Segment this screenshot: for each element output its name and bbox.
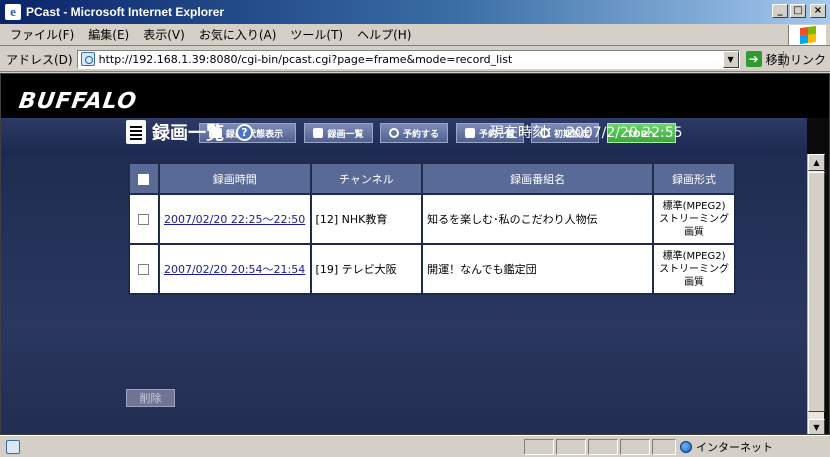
nav-reserve-button[interactable]: 予約する xyxy=(380,123,448,143)
vertical-scrollbar[interactable]: ▲ ▼ xyxy=(807,154,825,434)
address-url[interactable]: http://192.168.1.39:8080/cgi-bin/pcast.c… xyxy=(99,53,513,66)
go-arrow-icon: ➔ xyxy=(745,51,762,67)
current-time-label: 現在時刻： xyxy=(490,125,560,141)
channel-cell: [12] NHK教育 xyxy=(309,193,424,245)
close-button[interactable]: × xyxy=(810,4,826,18)
status-pane xyxy=(652,439,676,455)
format-cell: 標準(MPEG2) ストリーミング 画質 xyxy=(652,243,736,295)
menu-favorites[interactable]: お気に入り(A) xyxy=(192,26,284,43)
menu-tools[interactable]: ツール(T) xyxy=(283,26,350,43)
table-header-row: 録画時間 チャンネル 録画番組名 録画形式 xyxy=(128,162,736,195)
current-time-value: 2007/2/20 22:55 xyxy=(566,125,683,141)
row-select-cell xyxy=(128,193,160,245)
status-pane xyxy=(620,439,650,455)
page-icon xyxy=(80,52,95,66)
page-status-icon xyxy=(6,439,20,454)
ie-icon: e xyxy=(5,4,21,20)
format-line: 標準(MPEG2) xyxy=(662,250,726,262)
windows-logo-icon xyxy=(788,25,826,45)
select-all-cell xyxy=(128,162,160,195)
program-title-cell: 知るを楽しむ･私のこだわり人物伝 xyxy=(421,193,655,245)
menu-edit[interactable]: 編集(E) xyxy=(81,26,136,43)
delete-button[interactable]: 削除 xyxy=(126,389,175,407)
header-title: 録画番組名 xyxy=(421,162,655,195)
recording-table: 録画時間 チャンネル 録画番組名 録画形式 2007/02/20 22:25〜2… xyxy=(128,162,736,295)
window-controls: _ □ × xyxy=(772,4,826,18)
menu-help[interactable]: ヘルプ(H) xyxy=(350,26,418,43)
address-label: アドレス(D) xyxy=(6,52,73,67)
address-input[interactable]: http://192.168.1.39:8080/cgi-bin/pcast.c… xyxy=(76,49,740,69)
page-title-text: 録画一覧 xyxy=(152,123,224,144)
menu-bar: ファイル(F) 編集(E) 表示(V) お気に入り(A) ツール(T) ヘルプ(… xyxy=(0,24,830,46)
record-list-icon xyxy=(126,120,146,144)
menu-view[interactable]: 表示(V) xyxy=(136,26,192,43)
select-all-checkbox[interactable] xyxy=(138,173,150,185)
header-time: 録画時間 xyxy=(157,162,312,195)
format-cell: 標準(MPEG2) ストリーミング 画質 xyxy=(652,193,736,245)
format-line: 画質 xyxy=(684,276,705,288)
status-bar: インターネット xyxy=(0,435,830,457)
channel-cell: [19] テレビ大阪 xyxy=(309,243,424,295)
current-time: 現在時刻： 2007/2/20 22:55 xyxy=(490,122,683,142)
header-format: 録画形式 xyxy=(652,162,736,195)
recording-time-link[interactable]: 2007/02/20 20:54〜21:54 xyxy=(164,263,305,276)
help-icon[interactable]: ? xyxy=(236,123,253,141)
menu-file[interactable]: ファイル(F) xyxy=(0,26,81,43)
row-checkbox[interactable] xyxy=(138,214,150,225)
nav-label: 録画一覧 xyxy=(327,129,364,140)
program-title-cell: 開運！なんでも鑑定団 xyxy=(421,243,655,295)
scroll-thumb[interactable] xyxy=(808,172,825,412)
recording-time-link[interactable]: 2007/02/20 22:25〜22:50 xyxy=(164,213,305,226)
status-pane xyxy=(524,439,554,455)
scroll-down-icon[interactable]: ▼ xyxy=(808,419,825,434)
minimize-button[interactable]: _ xyxy=(772,4,788,18)
title-bar: e PCast - Microsoft Internet Explorer _ … xyxy=(0,0,830,24)
row-checkbox[interactable] xyxy=(138,264,150,275)
buffalo-logo: BUFFALO xyxy=(17,89,139,114)
page-header: BUFFALO xyxy=(1,74,829,118)
document-icon xyxy=(313,128,324,138)
header-channel: チャンネル xyxy=(309,162,424,195)
page-title: 録画一覧 ? xyxy=(126,119,253,145)
time-cell: 2007/02/20 22:25〜22:50 xyxy=(157,193,312,245)
nav-label: 予約する xyxy=(402,129,439,140)
security-zone: インターネット xyxy=(680,439,773,455)
address-dropdown-icon[interactable]: ▼ xyxy=(722,50,739,68)
zone-label: インターネット xyxy=(696,441,773,454)
format-line: ストリーミング xyxy=(659,263,730,275)
format-line: ストリーミング xyxy=(659,213,730,225)
format-line: 画質 xyxy=(684,226,705,238)
window-title: PCast - Microsoft Internet Explorer xyxy=(26,5,225,19)
table-row: 2007/02/20 22:25〜22:50 [12] NHK教育 知るを楽しむ… xyxy=(128,193,736,245)
time-cell: 2007/02/20 20:54〜21:54 xyxy=(157,243,312,295)
links-button[interactable]: リンク xyxy=(782,51,826,68)
reserve-list-icon xyxy=(464,128,475,138)
globe-icon xyxy=(680,441,692,453)
clock-icon xyxy=(388,128,399,138)
row-select-cell xyxy=(128,243,160,295)
table-row: 2007/02/20 20:54〜21:54 [19] テレビ大阪 開運！なんで… xyxy=(128,243,736,295)
status-pane xyxy=(588,439,618,455)
address-bar: アドレス(D) http://192.168.1.39:8080/cgi-bin… xyxy=(0,47,830,72)
maximize-button[interactable]: □ xyxy=(790,4,806,18)
status-pane xyxy=(556,439,586,455)
format-line: 標準(MPEG2) xyxy=(662,200,726,212)
scroll-up-icon[interactable]: ▲ xyxy=(808,154,825,171)
nav-record-list-button[interactable]: 録画一覧 xyxy=(304,123,373,143)
